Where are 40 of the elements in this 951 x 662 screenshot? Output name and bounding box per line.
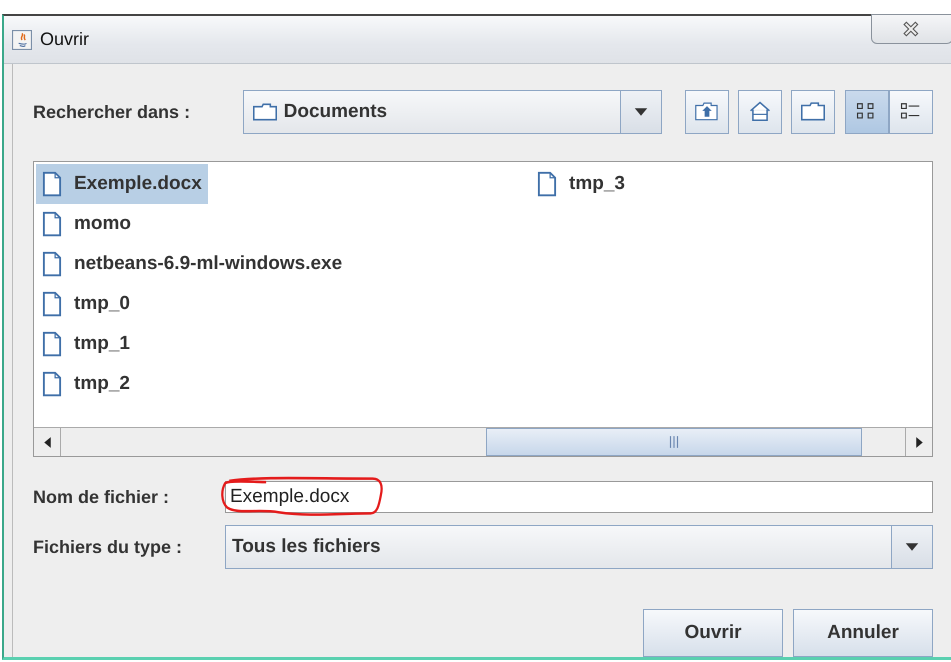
file-icon	[42, 170, 62, 198]
toolbar-button[interactable]	[845, 90, 889, 134]
horizontal-scrollbar[interactable]	[34, 427, 932, 456]
folder-icon	[252, 101, 278, 123]
toolbar-button[interactable]	[889, 90, 933, 134]
file-item[interactable]: tmp_3	[531, 164, 631, 204]
file-icon	[42, 370, 62, 398]
file-icon	[42, 210, 62, 238]
dialog-button[interactable]: Annuler	[793, 609, 933, 657]
app-icon	[12, 30, 32, 50]
file-icon	[42, 290, 62, 318]
dialog-button[interactable]: Ouvrir	[643, 609, 783, 657]
file-item[interactable]: momo	[36, 204, 137, 244]
file-name-label: Nom de fichier :	[33, 486, 170, 508]
file-item[interactable]: netbeans-6.9-ml-windows.exe	[36, 244, 348, 284]
toolbar-button[interactable]	[685, 90, 729, 134]
close-button[interactable]	[871, 14, 951, 44]
file-icon	[42, 330, 62, 358]
file-type-label: Fichiers du type :	[33, 536, 184, 558]
file-item[interactable]: tmp_1	[36, 324, 136, 364]
scroll-thumb[interactable]	[486, 428, 862, 456]
home-icon	[747, 100, 773, 124]
toolbar-button[interactable]	[791, 90, 835, 134]
toolbar-button[interactable]	[738, 90, 782, 134]
caret-icon	[633, 107, 649, 117]
file-icon	[537, 170, 557, 198]
caret-icon	[904, 542, 920, 552]
file-item[interactable]: tmp_0	[36, 284, 136, 324]
file-type-dropdown[interactable]: Tous les fichiers	[225, 525, 933, 569]
file-item[interactable]: Exemple.docx	[36, 164, 208, 204]
look-in-label: Rechercher dans :	[33, 102, 192, 122]
window-title: Ouvrir	[40, 29, 89, 50]
scroll-right-icon	[914, 436, 924, 448]
scroll-left-icon	[42, 436, 52, 448]
close-icon	[903, 20, 921, 38]
file-name-field[interactable]: Exemple.docx	[225, 481, 933, 513]
file-item[interactable]: tmp_2	[36, 364, 136, 404]
look-in-dropdown[interactable]: Documents	[242, 90, 662, 134]
grip-icon	[669, 435, 679, 449]
file-icon	[42, 250, 62, 278]
